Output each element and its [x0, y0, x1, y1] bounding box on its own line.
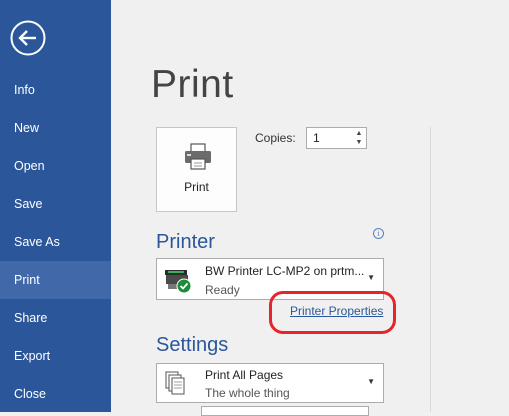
highlight-annotation [269, 291, 396, 334]
pages-option-label: Print All Pages [205, 368, 284, 382]
sidebar-item-close[interactable]: Close [0, 375, 111, 413]
printer-icon [185, 143, 211, 170]
sidebar-item-save[interactable]: Save [0, 185, 111, 223]
sidebar-item-save-as[interactable]: Save As [0, 223, 111, 261]
chevron-down-icon: ▼ [367, 273, 375, 282]
spin-up-icon[interactable]: ▲ [354, 129, 364, 138]
print-button-label: Print [184, 180, 209, 194]
chevron-down-icon: ▼ [367, 377, 375, 386]
settings-heading: Settings [156, 334, 229, 356]
printer-name: BW Printer LC-MP2 on prtm... [205, 264, 365, 278]
back-arrow-icon [10, 20, 46, 56]
print-pane: Print Print Copies: 1 ▲ ▼ Printer i BW P… [111, 0, 509, 416]
pages-option-description: The whole thing [205, 386, 290, 400]
spin-down-icon[interactable]: ▼ [354, 138, 364, 147]
backstage-sidebar: Info New Open Save Save As Print Share E… [0, 0, 111, 412]
sidebar-item-print[interactable]: Print [0, 261, 111, 299]
copies-label: Copies: [255, 131, 296, 145]
printer-status-icon [165, 270, 192, 294]
printer-heading: Printer [156, 231, 215, 253]
print-pages-select[interactable]: Print All Pages The whole thing ▼ [156, 363, 384, 403]
info-icon[interactable]: i [373, 228, 384, 239]
sidebar-item-info[interactable]: Info [0, 71, 111, 109]
sidebar-item-export[interactable]: Export [0, 337, 111, 375]
printer-status: Ready [205, 283, 240, 297]
page-title: Print [151, 63, 234, 106]
copies-stepper[interactable]: 1 ▲ ▼ [306, 127, 367, 149]
sidebar-item-new[interactable]: New [0, 109, 111, 147]
sidebar-item-open[interactable]: Open [0, 147, 111, 185]
sidebar-item-share[interactable]: Share [0, 299, 111, 337]
print-button[interactable]: Print [156, 127, 237, 212]
copies-value[interactable]: 1 [313, 131, 320, 145]
next-setting-select[interactable] [201, 406, 369, 416]
back-arrow-button[interactable] [10, 20, 46, 56]
preview-divider [430, 127, 431, 412]
pages-icon [165, 371, 185, 395]
